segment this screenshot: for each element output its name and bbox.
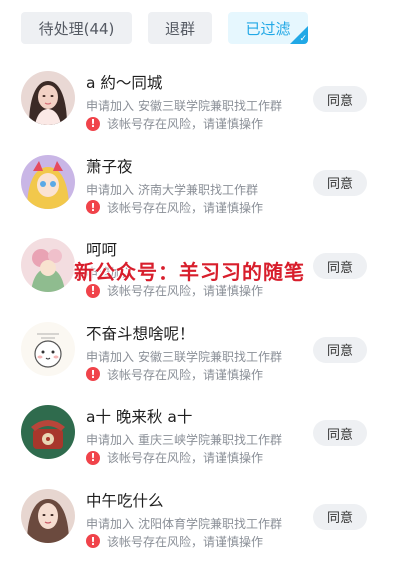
agree-button[interactable]: 同意: [313, 336, 367, 363]
watermark-overlay: 新公众号：羊习习的随笔: [74, 260, 305, 284]
join-request-list: a 約～同城 申请加入 安徽三联学院兼职找工作群 ! 该帐号存在风险，请谨慎操作 …: [0, 55, 400, 556]
requester-name: a 約～同城: [86, 74, 163, 92]
group-name: 安徽三联学院兼职找工作群: [138, 349, 283, 364]
requester-name: 中午吃什么: [86, 491, 164, 510]
list-item[interactable]: 不奋斗想啥呢！ 申请加入 安徽三联学院兼职找工作群 ! 该帐号存在风险，请谨慎操作…: [0, 306, 400, 390]
risk-warning: ! 该帐号存在风险，请谨慎操作: [86, 115, 263, 132]
filtered-filter-label: 已过滤: [245, 19, 291, 38]
group-name: 沈阳体育学院兼职找工作群: [138, 516, 283, 531]
risk-warning-text: 该帐号存在风险，请谨慎操作: [107, 367, 264, 382]
risk-warning: ! 该帐号存在风险，请谨慎操作: [86, 199, 263, 216]
avatar[interactable]: [21, 71, 75, 125]
avatar[interactable]: [21, 238, 75, 292]
request-prefix: 申请加入: [86, 349, 135, 364]
requester-name: 萧子夜: [86, 157, 133, 176]
quit-group-filter-label: 退群: [164, 19, 195, 38]
request-prefix: 申请加入: [86, 516, 135, 531]
agree-button[interactable]: 同意: [313, 253, 367, 279]
check-icon: ✓: [299, 34, 307, 44]
warning-icon: !: [86, 534, 100, 548]
request-prefix: 申请加入: [86, 433, 135, 447]
agree-button[interactable]: 同意: [313, 86, 367, 112]
request-prefix: 申请加入: [86, 182, 135, 197]
request-detail: 申请加入 济南大学兼职找工作群: [86, 181, 258, 198]
risk-warning-text: 该帐号存在风险，请谨慎操作: [107, 534, 264, 549]
request-detail: 申请加入 安徽三联学院兼职找工作群: [86, 348, 282, 365]
filtered-filter-tab[interactable]: 已过滤 ✓: [228, 12, 308, 44]
risk-warning: ! 该帐号存在风险，请谨慎操作: [86, 366, 263, 383]
warning-icon: !: [86, 450, 100, 465]
avatar[interactable]: [21, 405, 75, 459]
avatar[interactable]: [21, 154, 75, 209]
group-name: 济南大学兼职找工作群: [138, 182, 259, 197]
warning-icon: !: [86, 200, 100, 214]
quit-group-filter-tab[interactable]: 退群: [148, 12, 212, 44]
list-item[interactable]: a十 晚来秋 a十 申请加入 重庆三峡学院兼职找工作群 ! 该帐号存在风险，请谨慎…: [0, 389, 400, 473]
group-name: 重庆三峡学院兼职找工作群: [138, 433, 283, 447]
risk-warning-text: 该帐号存在风险，请谨慎操作: [107, 117, 264, 131]
pending-filter-tab[interactable]: 待处理(44): [21, 12, 132, 44]
risk-warning: ! 该帐号存在风险，请谨慎操作: [86, 533, 263, 550]
filter-bar: 待处理(44) 退群 已过滤 ✓: [0, 0, 400, 55]
avatar[interactable]: [21, 321, 75, 376]
requester-name: a十 晚来秋 a十: [86, 408, 193, 426]
list-item[interactable]: 萧子夜 申请加入 济南大学兼职找工作群 ! 该帐号存在风险，请谨慎操作 同意: [0, 139, 400, 223]
list-item[interactable]: a 約～同城 申请加入 安徽三联学院兼职找工作群 ! 该帐号存在风险，请谨慎操作 …: [0, 55, 400, 139]
risk-warning-text: 该帐号存在风险，请谨慎操作: [107, 200, 264, 215]
list-item[interactable]: 中午吃什么 申请加入 沈阳体育学院兼职找工作群 ! 该帐号存在风险，请谨慎操作 同…: [0, 473, 400, 557]
risk-warning: ! 该帐号存在风险，请谨慎操作: [86, 449, 263, 466]
request-detail: 申请加入 沈阳体育学院兼职找工作群: [86, 515, 282, 532]
agree-button[interactable]: 同意: [313, 169, 367, 196]
pending-filter-label: 待处理(44): [38, 19, 115, 38]
group-name: 安徽三联学院兼职找工作群: [138, 99, 283, 113]
request-detail: 申请加入 安徽三联学院兼职找工作群: [86, 97, 282, 114]
request-detail: 申请加入 重庆三峡学院兼职找工作群: [86, 431, 282, 448]
avatar[interactable]: [21, 488, 75, 543]
warning-icon: !: [86, 367, 100, 381]
requester-name: 不奋斗想啥呢！: [86, 324, 195, 343]
agree-button[interactable]: 同意: [313, 503, 367, 530]
warning-icon: !: [86, 283, 100, 298]
risk-warning-text: 该帐号存在风险，请谨慎操作: [107, 451, 264, 465]
agree-button[interactable]: 同意: [313, 420, 367, 446]
warning-icon: !: [86, 116, 100, 131]
request-prefix: 申请加入: [86, 99, 135, 113]
